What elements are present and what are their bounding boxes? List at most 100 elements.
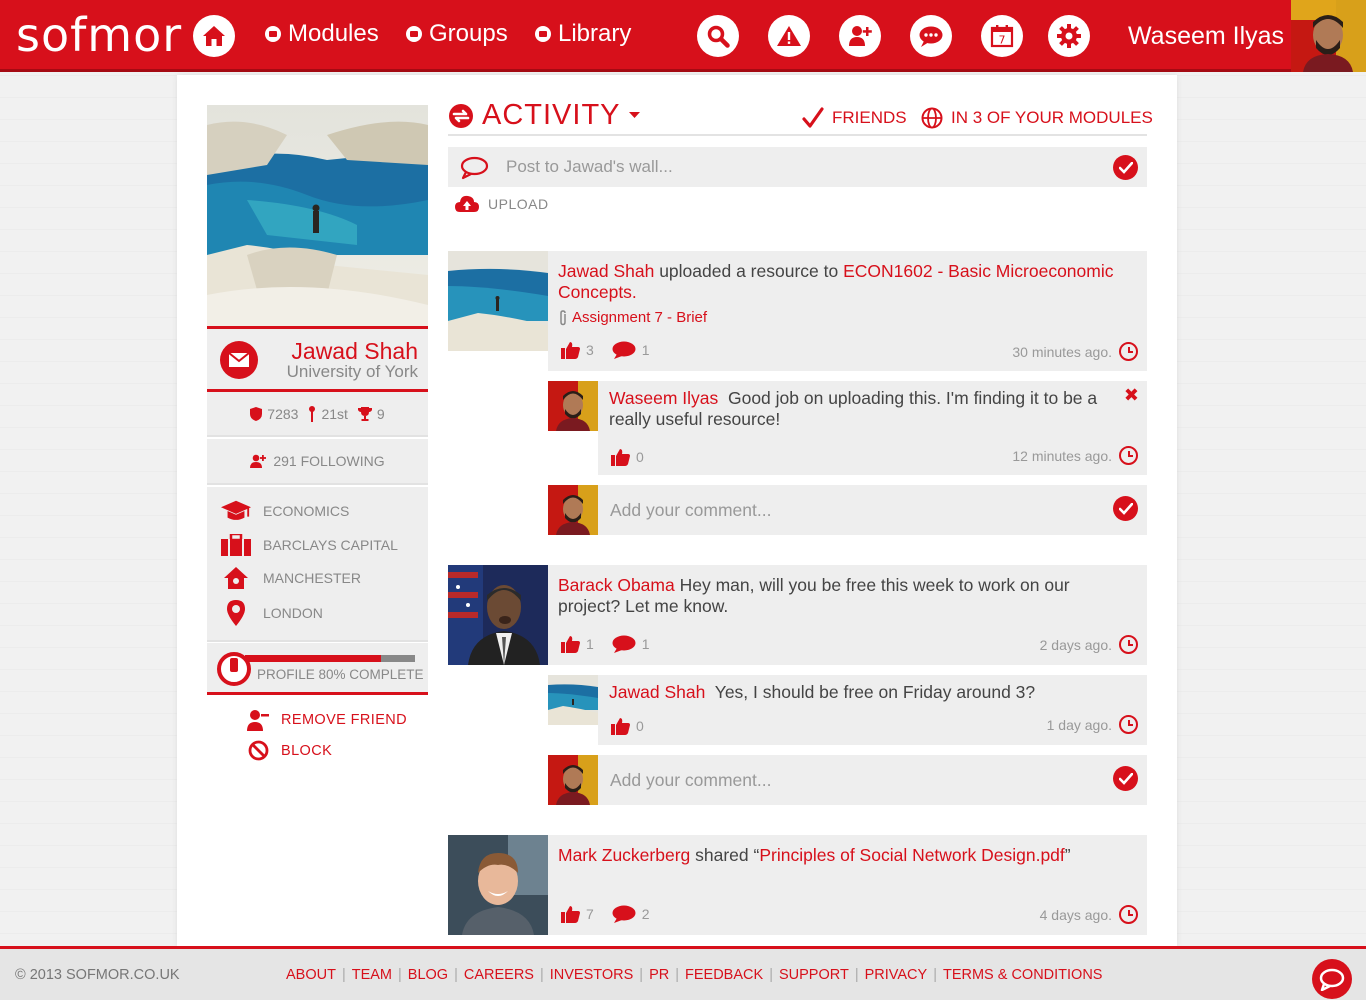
post-1-attachment[interactable]: Assignment 7 - Brief	[558, 309, 707, 326]
submit-post-button[interactable]	[1113, 155, 1138, 180]
friend-requests-button[interactable]	[839, 15, 881, 57]
footer-link-careers[interactable]: CAREERS	[464, 967, 534, 983]
comment-icon[interactable]	[612, 905, 636, 923]
reply-avatar-waseem[interactable]	[548, 381, 598, 431]
home-icon	[203, 26, 225, 46]
footer-separator: |	[639, 967, 644, 983]
search-button[interactable]	[697, 15, 739, 57]
alerts-button[interactable]	[768, 15, 810, 57]
info-location-label: LONDON	[263, 605, 323, 621]
post-1-text: Jawad Shah uploaded a resource to ECON16…	[558, 261, 1127, 303]
activity-title: ACTIVITY	[482, 99, 621, 131]
globe-icon	[921, 107, 943, 129]
submit-comment-button-2[interactable]	[1113, 766, 1138, 791]
current-user-name[interactable]: Waseem Ilyas	[1128, 22, 1284, 51]
comment-icon[interactable]	[612, 635, 636, 653]
post-2-likes: 1	[586, 636, 594, 652]
nav-library-label: Library	[558, 20, 632, 47]
post-3-target[interactable]: Principles of Social Network Design.pdf	[759, 845, 1064, 865]
activity-icon	[449, 103, 473, 128]
messages-button[interactable]	[910, 15, 952, 57]
block-label: BLOCK	[281, 742, 333, 759]
reply-2-1-time-label: 1 day ago.	[1046, 716, 1112, 733]
info-employer-label: BARCLAYS CAPITAL	[263, 537, 398, 553]
profile-university: University of York	[286, 362, 418, 381]
footer-link-about[interactable]: ABOUT	[286, 967, 336, 983]
thumbs-up-icon[interactable]	[561, 905, 580, 923]
graduation-cap-icon	[221, 500, 251, 520]
rank-stat: 21st	[308, 405, 348, 422]
feed-avatar-obama[interactable]	[448, 565, 548, 665]
calendar-button[interactable]: 7	[981, 15, 1023, 57]
reply-1-1-time-label: 12 minutes ago.	[1012, 447, 1112, 464]
activity-dropdown[interactable]: ACTIVITY	[448, 99, 640, 132]
footer-link-blog[interactable]: BLOG	[408, 967, 448, 983]
filter-friends[interactable]: FRIENDS	[802, 107, 907, 129]
nav-groups[interactable]: Groups	[406, 20, 508, 48]
profile-completion: PROFILE 80% COMPLETE	[207, 643, 428, 695]
thumbs-up-icon[interactable]	[611, 717, 630, 735]
trophy-icon	[357, 406, 372, 421]
post-1-author[interactable]: Jawad Shah	[558, 261, 654, 281]
library-icon	[535, 26, 551, 42]
reply-2-1-author[interactable]: Jawad Shah	[609, 682, 705, 702]
feed-avatar-jawad[interactable]	[448, 251, 548, 351]
wall-post-input[interactable]	[506, 147, 1086, 187]
post-3-author[interactable]: Mark Zuckerberg	[558, 845, 690, 865]
profile-header: Jawad Shah University of York	[207, 326, 428, 392]
wall-post-box	[448, 147, 1147, 187]
post-3-text: Mark Zuckerberg shared “Principles of So…	[558, 845, 1127, 866]
comment-input-2[interactable]	[610, 755, 1090, 805]
add-friend-icon	[250, 454, 267, 468]
footer-link-support[interactable]: SUPPORT	[779, 967, 849, 983]
reply-avatar-jawad[interactable]	[548, 675, 598, 725]
feed-post-1: Jawad Shah uploaded a resource to ECON16…	[548, 251, 1147, 371]
settings-button[interactable]	[1048, 15, 1090, 57]
gauge-icon	[217, 652, 251, 686]
footer-links: ABOUT | TEAM | BLOG | CAREERS | INVESTORS | P…	[286, 967, 1102, 983]
footer-link-investors[interactable]: INVESTORS	[550, 967, 634, 983]
footer-link-terms[interactable]: TERMS & CONDITIONS	[943, 967, 1103, 983]
footer: © 2013 SOFMOR.CO.UK ABOUT | TEAM | BLOG | C…	[0, 946, 1366, 1000]
post-2-author[interactable]: Barack Obama	[558, 575, 675, 595]
remove-friend-button[interactable]: REMOVE FRIEND	[247, 709, 407, 731]
post-3-target-quote-close: ”	[1064, 845, 1071, 865]
comment-input-1[interactable]	[610, 485, 1090, 535]
thumbs-up-icon[interactable]	[561, 341, 580, 359]
footer-link-pr[interactable]: PR	[649, 967, 669, 983]
clock-icon	[1119, 342, 1138, 361]
nav-modules-label: Modules	[288, 20, 379, 47]
thumbs-up-icon[interactable]	[561, 635, 580, 653]
footer-link-feedback[interactable]: FEEDBACK	[685, 967, 763, 983]
footer-link-privacy[interactable]: PRIVACY	[865, 967, 928, 983]
block-button[interactable]: BLOCK	[248, 740, 332, 761]
following-count[interactable]: 291 FOLLOWING	[207, 439, 428, 485]
profile-cover-photo[interactable]	[207, 105, 428, 326]
sofmor-logo[interactable]: sofmor	[16, 8, 182, 62]
home-button[interactable]	[193, 15, 235, 57]
trophies-stat: 9	[357, 406, 385, 422]
send-message-button[interactable]	[220, 341, 258, 379]
post-1-time-label: 30 minutes ago.	[1012, 343, 1112, 360]
submit-comment-button-1[interactable]	[1113, 496, 1138, 521]
current-user-avatar[interactable]	[1291, 0, 1366, 72]
home-icon	[224, 567, 248, 589]
thumbs-up-icon[interactable]	[611, 448, 630, 466]
copyright: © 2013 SOFMOR.CO.UK	[15, 967, 180, 983]
info-hometown: MANCHESTER	[221, 567, 361, 589]
filter-modules[interactable]: IN 3 OF YOUR MODULES	[921, 107, 1153, 129]
open-chat-button[interactable]	[1312, 959, 1352, 999]
delete-comment-button[interactable]: ✖	[1124, 385, 1139, 406]
footer-separator: |	[854, 967, 859, 983]
nav-library[interactable]: Library	[535, 20, 631, 48]
reply-1-1-author[interactable]: Waseem Ilyas	[609, 388, 718, 408]
feed-avatar-zuckerberg[interactable]	[448, 835, 548, 935]
header-divider	[448, 134, 1147, 136]
remove-friend-label: REMOVE FRIEND	[281, 712, 408, 728]
profile-progress-bar	[245, 655, 415, 662]
upload-button[interactable]: UPLOAD	[455, 195, 549, 212]
comment-icon[interactable]	[612, 341, 636, 359]
footer-separator: |	[454, 967, 458, 983]
footer-link-team[interactable]: TEAM	[352, 967, 392, 983]
nav-modules[interactable]: Modules	[265, 20, 379, 48]
